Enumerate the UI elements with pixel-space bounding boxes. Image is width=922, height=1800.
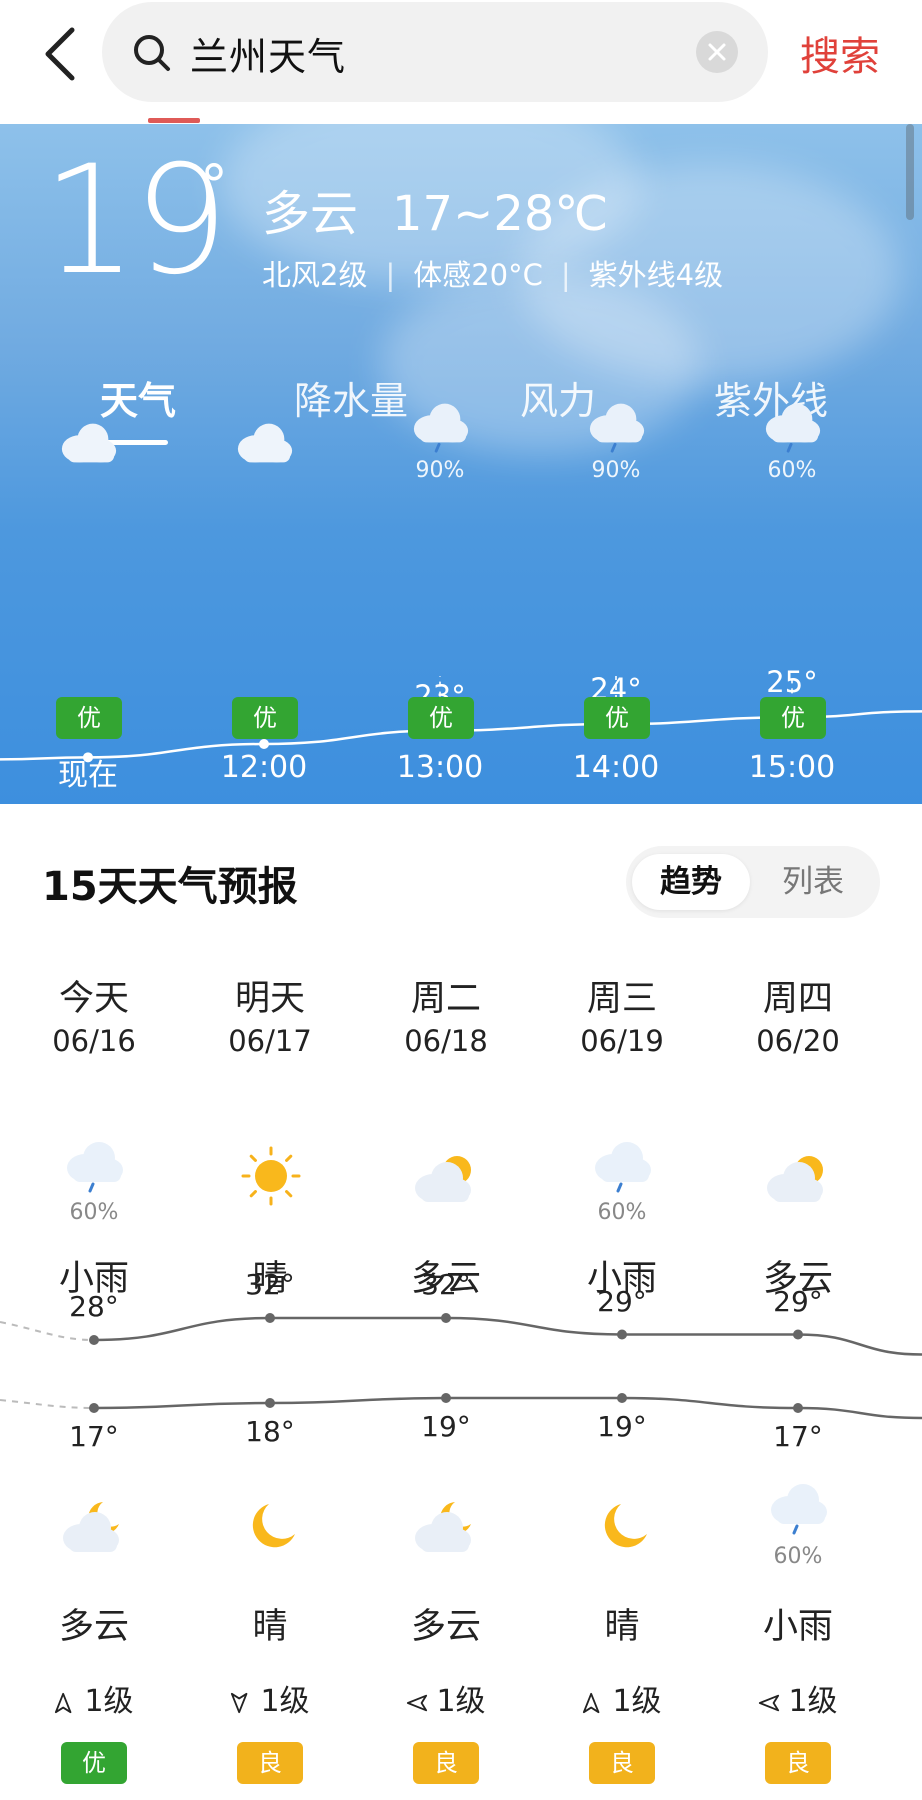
air-quality-badge: 良 <box>413 1742 479 1784</box>
day-date: 06/16 <box>52 1024 136 1058</box>
precipitation-probability: 60% <box>69 1200 119 1225</box>
air-quality-badge: 良 <box>237 1742 303 1784</box>
light-rain-icon <box>63 1132 127 1193</box>
air-quality-badge: 优 <box>760 697 826 739</box>
hourly-forecast-item: 60% 25° 优 15:00 <box>732 124 852 804</box>
night-condition: 多云 <box>58 1607 129 1647</box>
light-rain-icon <box>410 394 472 453</box>
back-button[interactable] <box>38 22 94 86</box>
clear-search-button[interactable] <box>696 31 738 73</box>
day-name: 周二 <box>410 979 481 1019</box>
day-name: 今天 <box>58 979 129 1019</box>
day-name: 周四 <box>762 979 833 1019</box>
hourly-forecast-item: 90% 24° 优 14:00 <box>556 124 676 804</box>
hourly-temperature: 25° <box>766 665 818 700</box>
day-name: 明天 <box>234 979 305 1019</box>
moon-icon <box>591 1494 655 1554</box>
daily-forecast-item[interactable]: 周四 06/20 多云 29° 17° 60% 小雨 1级良 <box>723 804 873 1800</box>
cloud-icon <box>58 414 120 466</box>
air-quality-badge: 良 <box>765 1742 831 1784</box>
search-icon <box>134 35 170 71</box>
night-condition: 小雨 <box>762 1607 833 1647</box>
search-query: 兰州天气 <box>190 35 347 79</box>
day-date: 06/18 <box>404 1024 488 1058</box>
night-condition: 晴 <box>604 1607 640 1647</box>
wind-direction-icon <box>759 1694 780 1712</box>
wind-level: 1级 <box>195 1676 345 1720</box>
wind-direction-icon <box>583 1692 600 1714</box>
precipitation-probability: 90% <box>415 458 465 483</box>
daily-forecast-item[interactable]: 明天 06/17 晴 32° 18° 晴 1级良 <box>195 804 345 1800</box>
day-date: 06/20 <box>756 1024 840 1058</box>
hourly-forecast-item: 90% 23° 优 13:00 <box>380 124 500 804</box>
wind-direction-icon <box>407 1694 428 1712</box>
low-temperature: 17° <box>773 1420 823 1453</box>
precipitation-probability: 60% <box>767 458 817 483</box>
partly-cloudy-night-icon <box>415 1494 479 1554</box>
day-name: 周三 <box>586 979 657 1019</box>
air-quality-badge: 优 <box>584 697 650 739</box>
night-condition: 晴 <box>252 1607 288 1647</box>
search-input[interactable]: 兰州天气 <box>102 2 768 102</box>
day-date: 06/19 <box>580 1024 664 1058</box>
night-condition: 多云 <box>410 1607 481 1647</box>
wind-level-text: 1级 <box>260 1684 310 1719</box>
hourly-time: 14:00 <box>572 750 660 785</box>
wind-level-text: 1级 <box>84 1684 134 1719</box>
high-temperature: 28° <box>69 1290 119 1323</box>
tab-indicator <box>148 118 200 123</box>
search-button[interactable]: 搜索 <box>800 24 880 82</box>
hourly-time: 现在 <box>58 758 118 793</box>
wind-direction-icon <box>55 1692 72 1714</box>
air-quality-badge: 优 <box>56 697 122 739</box>
wind-level: 1级 <box>19 1676 169 1720</box>
wind-level-text: 1级 <box>436 1684 486 1719</box>
partly-cloudy-day-icon <box>415 1146 479 1206</box>
low-temperature: 19° <box>597 1410 647 1443</box>
wind-level: 1级 <box>371 1676 521 1720</box>
precipitation-probability: 60% <box>773 1544 823 1569</box>
air-quality-badge: 良 <box>589 1742 655 1784</box>
wind-level: 1级 <box>547 1676 697 1720</box>
high-temperature: 32° <box>245 1268 295 1301</box>
light-rain-icon <box>591 1132 655 1193</box>
air-quality-badge: 优 <box>232 697 298 739</box>
precipitation-probability: 60% <box>597 1200 647 1225</box>
current-weather-card: 19 ° 多云 17~28℃ 北风2级 | 体感20°C | 紫外线4级 天气 降水量 风… <box>0 124 922 804</box>
hourly-forecast-item: 21°优12:00 <box>204 124 324 804</box>
daily-forecast-item[interactable]: 周三 06/19 60% 小雨 29° 19° 晴 1级良 <box>547 804 697 1800</box>
air-quality-badge: 优 <box>61 1742 127 1784</box>
hourly-time: 15:00 <box>748 750 836 785</box>
partly-cloudy-day-icon <box>767 1146 831 1206</box>
hourly-time: 12:00 <box>220 750 308 785</box>
low-temperature: 17° <box>69 1420 119 1453</box>
hourly-forecast-item: 19°优现在 <box>28 124 148 804</box>
cloud-icon <box>234 414 296 466</box>
sun-icon <box>239 1146 303 1206</box>
light-rain-icon <box>767 1474 831 1535</box>
precipitation-probability: 90% <box>591 458 641 483</box>
close-icon <box>708 43 726 61</box>
daily-forecast-item[interactable]: 周二 06/18 多云 32° 19° 多云 1级良 <box>371 804 521 1800</box>
moon-icon <box>239 1494 303 1554</box>
light-rain-icon <box>762 394 824 453</box>
daily-forecast-item[interactable]: 今天 06/16 60% 小雨 28° 17° 多云 1级优 <box>19 804 169 1800</box>
high-temperature: 29° <box>773 1284 823 1318</box>
fifteen-day-forecast: 15天天气预报 趋势 列表 今天 06/16 60% 小雨 28° 17° 多云 1级优明天 0… <box>0 804 922 1800</box>
wind-level-text: 1级 <box>788 1684 838 1719</box>
hourly-time: 13:00 <box>396 750 484 785</box>
wind-level: 1级 <box>723 1676 873 1720</box>
high-temperature: 29° <box>597 1284 647 1318</box>
air-quality-badge: 优 <box>408 697 474 739</box>
top-search-bar: 兰州天气 搜索 <box>0 0 922 123</box>
chevron-left-icon <box>45 27 75 81</box>
day-date: 06/17 <box>228 1024 312 1058</box>
light-rain-icon <box>586 394 648 453</box>
wind-direction-icon <box>231 1692 248 1714</box>
wind-level-text: 1级 <box>612 1684 662 1719</box>
partly-cloudy-night-icon <box>63 1494 127 1554</box>
low-temperature: 19° <box>421 1410 471 1443</box>
low-temperature: 18° <box>245 1415 295 1448</box>
high-temperature: 32° <box>421 1268 471 1301</box>
